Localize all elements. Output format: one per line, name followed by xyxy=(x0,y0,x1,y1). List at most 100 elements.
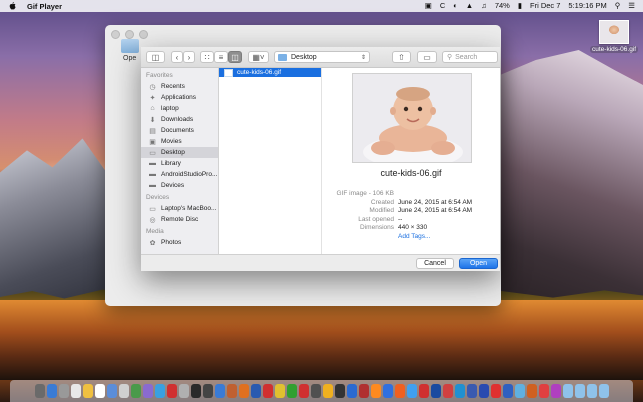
sidebar-item-remote-disc[interactable]: ◎ Remote Disc xyxy=(141,214,218,225)
dock-app-icon[interactable] xyxy=(46,384,57,398)
dock-app-icon[interactable] xyxy=(490,384,501,398)
dock-app-icon[interactable] xyxy=(154,384,165,398)
dock-app-icon[interactable] xyxy=(442,384,453,398)
dock-app-icon[interactable] xyxy=(598,384,609,398)
dock-app-icon[interactable] xyxy=(214,384,225,398)
sidebar-item-laptop[interactable]: ⌂ laptop xyxy=(141,103,218,114)
sidebar-item-laptop-s-macboo[interactable]: ▭ Laptop's MacBoo... xyxy=(141,203,218,214)
add-tags-link[interactable]: Add Tags... xyxy=(398,233,430,242)
app-status-icon[interactable]: ▣ xyxy=(425,0,432,12)
sidebar-item-desktop[interactable]: ▭ Desktop xyxy=(141,147,218,158)
globe-icon[interactable]: ◐ xyxy=(453,0,458,12)
apple-menu-icon[interactable] xyxy=(9,2,16,10)
dock-app-icon[interactable] xyxy=(58,384,69,398)
sidebar-item-library[interactable]: ▬ Library xyxy=(141,158,218,169)
column-view-button[interactable]: ◫ xyxy=(228,51,242,63)
dock-app-icon[interactable] xyxy=(274,384,285,398)
dock-app-icon[interactable] xyxy=(562,384,573,398)
dock-app-icon[interactable] xyxy=(250,384,261,398)
dock-app-icon[interactable] xyxy=(262,384,273,398)
search-input[interactable]: ⚲ Search xyxy=(442,51,498,63)
dock-app-icon[interactable] xyxy=(310,384,321,398)
open-folder-icon[interactable] xyxy=(121,39,139,53)
volume-icon[interactable]: ♫ xyxy=(481,0,487,12)
group-view-button[interactable]: ▦˅ xyxy=(248,51,269,63)
dock-app-icon[interactable] xyxy=(94,384,105,398)
dock-app-icon[interactable] xyxy=(586,384,597,398)
dock-app-icon[interactable] xyxy=(190,384,201,398)
cancel-button[interactable]: Cancel xyxy=(416,258,454,269)
dock-app-icon[interactable] xyxy=(298,384,309,398)
sidebar-item-applications[interactable]: ✦ Applications xyxy=(141,92,218,103)
sidebar-item-devices[interactable]: ▬ Devices xyxy=(141,180,218,191)
dock-app-icon[interactable] xyxy=(358,384,369,398)
modified-label: Modified xyxy=(369,207,394,214)
sidebar-item-recents[interactable]: ◷ Recents xyxy=(141,81,218,92)
dock-app-icon[interactable] xyxy=(202,384,213,398)
dock-app-icon[interactable] xyxy=(538,384,549,398)
dock-app-icon[interactable] xyxy=(142,384,153,398)
input-source-icon[interactable]: C xyxy=(440,0,445,12)
dock-app-icon[interactable] xyxy=(322,384,333,398)
sidebar-toggle-icon: ◫ xyxy=(151,52,160,62)
dock-app-icon[interactable] xyxy=(238,384,249,398)
dock-app-icon[interactable] xyxy=(118,384,129,398)
dock-app-icon[interactable] xyxy=(70,384,81,398)
dock-app-icon[interactable] xyxy=(454,384,465,398)
dock-app-icon[interactable] xyxy=(394,384,405,398)
dock-app-icon[interactable] xyxy=(478,384,489,398)
dock-app-icon[interactable] xyxy=(382,384,393,398)
location-popup[interactable]: Desktop ⇕ xyxy=(274,51,370,63)
dock-app-icon[interactable] xyxy=(178,384,189,398)
tags-button[interactable]: ▭ xyxy=(417,51,437,63)
date-label[interactable]: Fri Dec 7 xyxy=(530,0,560,12)
share-button[interactable]: ⇧ xyxy=(392,51,411,63)
dock-app-icon[interactable] xyxy=(346,384,357,398)
dock-app-icon[interactable] xyxy=(370,384,381,398)
sidebar-item-androidstudiopro[interactable]: ▬ AndroidStudioPro... xyxy=(141,169,218,180)
dock-app-icon[interactable] xyxy=(514,384,525,398)
sidebar-item-documents[interactable]: ▤ Documents xyxy=(141,125,218,136)
chevron-right-icon: › xyxy=(187,52,191,62)
tag-icon: ▭ xyxy=(423,52,431,62)
notification-center-icon[interactable]: ☰ xyxy=(628,0,635,12)
battery-percent: 74% xyxy=(494,1,510,10)
icon-view-button[interactable]: ∷ xyxy=(200,51,214,63)
dock-app-icon[interactable] xyxy=(466,384,477,398)
dock-app-icon[interactable] xyxy=(526,384,537,398)
spotlight-icon[interactable]: ⚲ xyxy=(615,0,621,12)
battery-icon[interactable]: ▮ xyxy=(518,0,522,12)
minimize-button[interactable] xyxy=(125,30,134,39)
back-button[interactable]: ‹ xyxy=(171,51,183,63)
dock-app-icon[interactable] xyxy=(334,384,345,398)
dock-app-icon[interactable] xyxy=(406,384,417,398)
dock-app-icon[interactable] xyxy=(286,384,297,398)
dock-app-icon[interactable] xyxy=(82,384,93,398)
wifi-icon[interactable]: ▲ xyxy=(466,0,473,12)
sidebar-item-downloads[interactable]: ⬇ Downloads xyxy=(141,114,218,125)
dock-app-icon[interactable] xyxy=(430,384,441,398)
dock-app-icon[interactable] xyxy=(226,384,237,398)
dock-app-icon[interactable] xyxy=(106,384,117,398)
dialog-sidebar: Favorites ◷ Recents ✦ Applications ⌂ laptop ⬇ D… xyxy=(141,68,219,254)
open-button[interactable]: Open xyxy=(459,258,498,269)
dock-app-icon[interactable] xyxy=(418,384,429,398)
app-menu-name[interactable]: Gif Player xyxy=(27,2,62,11)
forward-button[interactable]: › xyxy=(183,51,195,63)
dock-app-icon[interactable] xyxy=(574,384,585,398)
dock-app-icon[interactable] xyxy=(502,384,513,398)
close-button[interactable] xyxy=(111,30,120,39)
dock xyxy=(10,380,633,402)
sidebar-item-photos[interactable]: ✿ Photos xyxy=(141,237,218,248)
file-row-selected[interactable]: cute-kids-06.gif xyxy=(219,68,321,77)
list-view-button[interactable]: ≡ xyxy=(214,51,228,63)
time-label[interactable]: 5:19:16 PM xyxy=(568,0,606,12)
dock-app-icon[interactable] xyxy=(166,384,177,398)
desktop-file-icon[interactable]: cute-kids-06.gif xyxy=(590,20,639,53)
sidebar-item-movies[interactable]: ▣ Movies xyxy=(141,136,218,147)
dock-app-icon[interactable] xyxy=(130,384,141,398)
dock-app-icon[interactable] xyxy=(550,384,561,398)
sidebar-toggle-button[interactable]: ◫ xyxy=(146,51,165,63)
zoom-button[interactable] xyxy=(139,30,148,39)
dock-app-icon[interactable] xyxy=(34,384,45,398)
